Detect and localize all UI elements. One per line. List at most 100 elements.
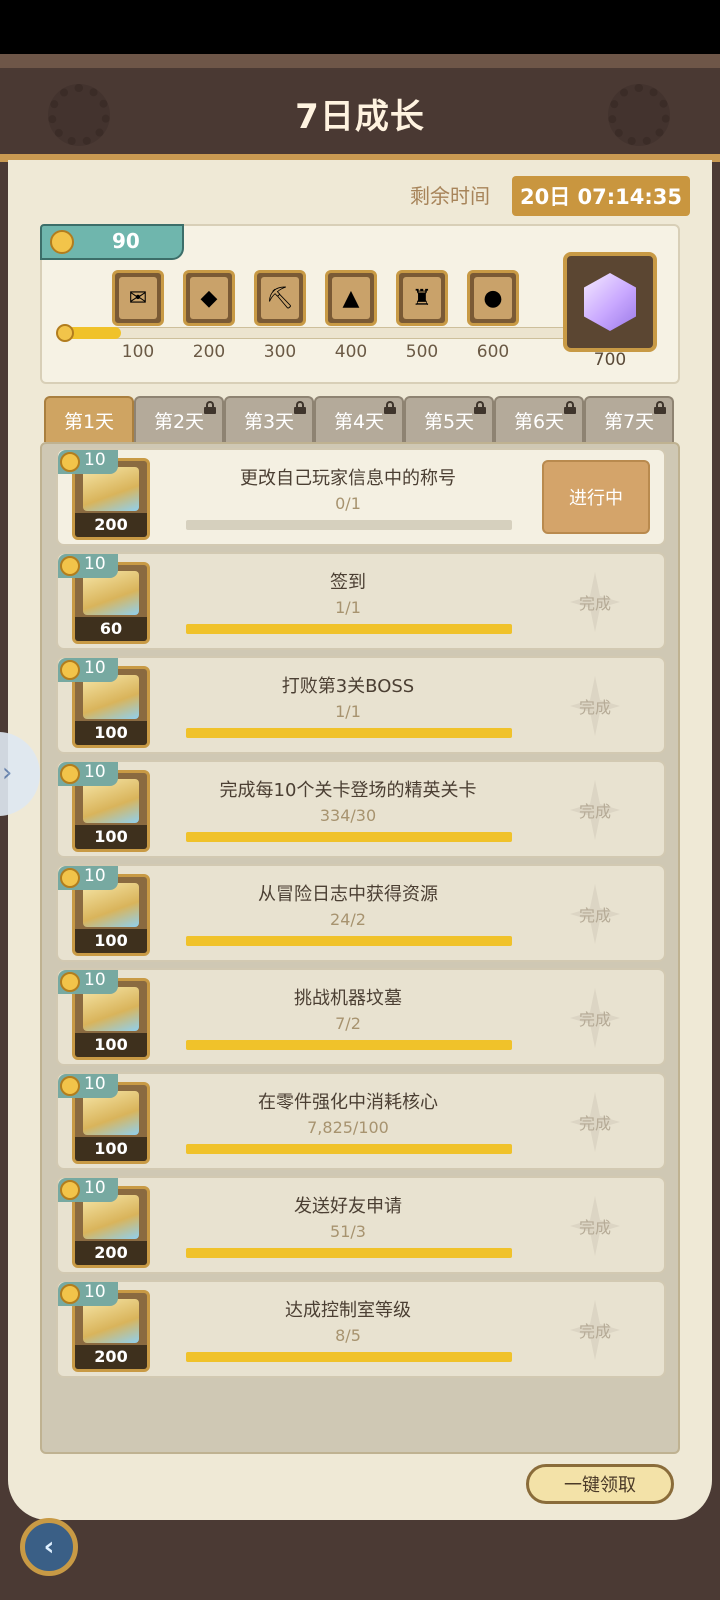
coin-icon: [60, 1076, 80, 1096]
points-badge: 10: [58, 970, 118, 994]
reward-amount: 100: [75, 1033, 147, 1057]
tab-day-3[interactable]: 第3天: [224, 396, 314, 442]
reward-amount: 200: [75, 513, 147, 537]
coin-icon: [60, 868, 80, 888]
back-button[interactable]: ‹: [20, 1518, 78, 1576]
task-name: 挑战机器坟墓: [294, 988, 402, 1009]
task-progress-fill: [186, 728, 512, 738]
task-complete-stamp: 完成: [560, 780, 630, 840]
coin-icon: [60, 972, 80, 992]
task-count: 7/2: [335, 1014, 361, 1033]
task-name: 在零件强化中消耗核心: [258, 1092, 438, 1113]
lock-icon: [564, 401, 576, 414]
task-count: 7,825/100: [307, 1118, 389, 1137]
lock-icon: [294, 401, 306, 414]
coin-icon: [60, 1180, 80, 1200]
points-badge-value: 10: [84, 762, 106, 782]
rank-box-icon: ♜: [403, 277, 441, 319]
milestone-reward[interactable]: ◆: [183, 270, 235, 326]
tab-day-1[interactable]: 第1天: [44, 396, 134, 442]
tab-day-6[interactable]: 第6天: [494, 396, 584, 442]
task-complete-stamp: 完成: [560, 884, 630, 944]
task-status: 完成: [578, 1218, 611, 1237]
coin-icon: [60, 556, 80, 576]
tab-day-5[interactable]: 第5天: [404, 396, 494, 442]
task-progress-fill: [186, 1144, 512, 1154]
task-progress-bar: [186, 728, 512, 738]
task-complete-stamp: 完成: [560, 1196, 630, 1256]
final-reward-chest[interactable]: [563, 252, 657, 352]
crystal-icon: ◆: [190, 277, 228, 319]
points-badge: 10: [58, 554, 118, 578]
points-badge-value: 10: [84, 1074, 106, 1094]
task-progress-bar: [186, 1144, 512, 1154]
task-complete-stamp: 完成: [560, 1092, 630, 1152]
points-badge-value: 10: [84, 658, 106, 678]
points-value: 90: [112, 229, 140, 253]
lock-icon: [474, 401, 486, 414]
task-status: 完成: [578, 1322, 611, 1341]
milestone-reward[interactable]: ✉: [112, 270, 164, 326]
points-badge-value: 10: [84, 1282, 106, 1302]
task-row: 200 10 更改自己玩家信息中的称号 0/1 进行中: [56, 448, 666, 546]
milestone-threshold: 300: [263, 342, 297, 362]
chevron-left-icon: ‹: [43, 1532, 55, 1562]
task-row: 100 10 在零件强化中消耗核心 7,825/100 完成: [56, 1072, 666, 1170]
pickaxe-icon: ⛏: [261, 277, 299, 319]
tab-label: 第7天: [603, 410, 655, 433]
task-name: 签到: [330, 572, 366, 593]
milestone-threshold: 500: [405, 342, 439, 362]
points-badge: 10: [58, 658, 118, 682]
task-row: 60 10 签到 1/1 完成: [56, 552, 666, 650]
points-badge: 10: [58, 762, 118, 786]
reward-amount: 100: [75, 721, 147, 745]
milestone-threshold: 100: [121, 342, 155, 362]
remaining-time-value: 20日 07:14:35: [512, 176, 690, 216]
milestone-threshold: 400: [334, 342, 368, 362]
gear-decoration-icon: [48, 84, 110, 146]
milestone-reward[interactable]: ⛏: [254, 270, 306, 326]
ticket-icon: ✉: [119, 277, 157, 319]
tab-day-2[interactable]: 第2天: [134, 396, 224, 442]
task-in-progress-button[interactable]: 进行中: [542, 460, 650, 534]
tab-label: 第6天: [513, 410, 565, 433]
task-count: 1/1: [335, 702, 361, 721]
task-name: 发送好友申请: [294, 1196, 402, 1217]
points-badge-value: 10: [84, 866, 106, 886]
tab-day-4[interactable]: 第4天: [314, 396, 404, 442]
milestone-reward[interactable]: ▲: [325, 270, 377, 326]
gear-decoration-icon: [608, 84, 670, 146]
tab-label: 第4天: [333, 410, 385, 433]
task-progress-bar: [186, 1040, 512, 1050]
claim-all-button[interactable]: 一键领取: [526, 1464, 674, 1504]
milestone-threshold: 600: [476, 342, 510, 362]
tab-label: 第3天: [243, 410, 295, 433]
points-badge-value: 10: [84, 1178, 106, 1198]
milestone-reward[interactable]: ♜: [396, 270, 448, 326]
task-row: 200 10 达成控制室等级 8/5 完成: [56, 1280, 666, 1378]
coin-icon: [60, 1284, 80, 1304]
task-complete-stamp: 完成: [560, 1300, 630, 1360]
coin-icon: [60, 764, 80, 784]
task-list[interactable]: 200 10 更改自己玩家信息中的称号 0/1 进行中 60 10 签到 1/1 完成 100 10 打…: [40, 442, 680, 1454]
reward-amount: 100: [75, 825, 147, 849]
reward-amount: 60: [75, 617, 147, 641]
task-status: 完成: [578, 802, 611, 821]
task-progress-fill: [186, 1040, 512, 1050]
tab-day-7[interactable]: 第7天: [584, 396, 674, 442]
milestone-threshold: 200: [192, 342, 226, 362]
task-row: 100 10 挑战机器坟墓 7/2 完成: [56, 968, 666, 1066]
task-progress-fill: [186, 1352, 512, 1362]
task-progress-fill: [186, 1248, 512, 1258]
tab-label: 第2天: [153, 410, 205, 433]
lock-icon: [204, 401, 216, 414]
task-name: 完成每10个关卡登场的精英关卡: [219, 780, 477, 801]
frame-top-strip: [0, 54, 720, 68]
remaining-time-label: 剩余时间: [410, 184, 490, 208]
task-progress-fill: [186, 624, 512, 634]
task-progress-bar: [186, 520, 512, 530]
milestone-reward[interactable]: ●: [467, 270, 519, 326]
reward-amount: 100: [75, 929, 147, 953]
points-badge: 10: [58, 866, 118, 890]
status-bar: [0, 0, 720, 54]
